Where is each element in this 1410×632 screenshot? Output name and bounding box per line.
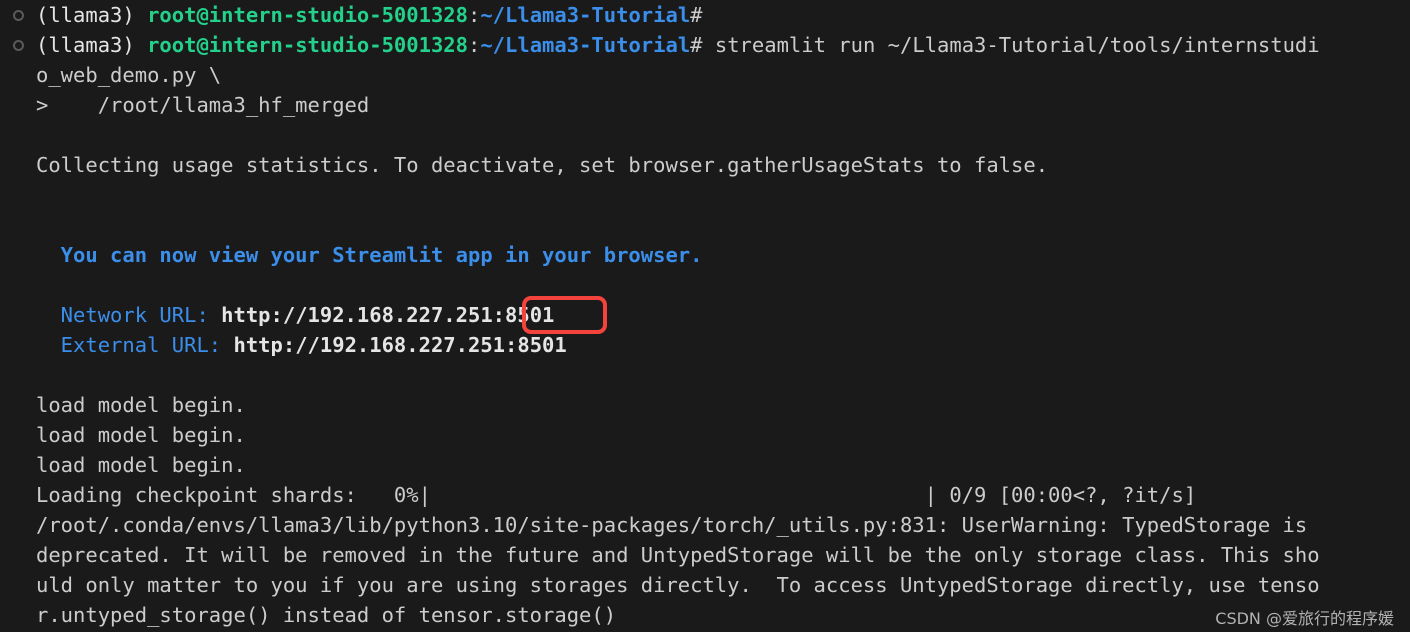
terminal-text-segment: Network URL: [36,303,222,327]
terminal-text-segment: root@intern-studio-5001328 [147,33,468,57]
terminal-line-blank-4 [0,270,1410,300]
terminal-line-external-url-line: External URL: http://192.168.227.251:850… [0,330,1410,360]
terminal-text-segment: r.untyped_storage() instead of tensor.st… [36,603,617,627]
terminal-text-segment: : [468,33,481,57]
terminal-text-segment: # [690,3,703,27]
terminal-line-load-model-line-2: load model begin. [0,420,1410,450]
terminal-text-segment: > /root/llama3_hf_merged [36,93,370,117]
terminal-line-continuation-line: > /root/llama3_hf_merged [0,90,1410,120]
terminal-line-warning-line-3: uld only matter to you if you are using … [0,570,1410,600]
terminal-line-blank-5 [0,360,1410,390]
terminal-output[interactable]: (llama3) root@intern-studio-5001328:~/Ll… [0,0,1410,630]
terminal-text-segment: o_web_demo.py \ [36,63,222,87]
terminal-line-usage-stats-line: Collecting usage statistics. To deactiva… [0,150,1410,180]
csdn-watermark: CSDN @爱旅行的程序媛 [1215,609,1394,628]
terminal-line-prompt-line-1: (llama3) root@intern-studio-5001328:~/Ll… [0,0,1410,30]
terminal-text-segment: (llama3) [36,33,148,57]
terminal-window[interactable]: (llama3) root@intern-studio-5001328:~/Ll… [0,0,1410,632]
terminal-line-warning-line-4: r.untyped_storage() instead of tensor.st… [0,600,1410,630]
terminal-line-blank-2 [0,180,1410,210]
terminal-line-load-model-line-1: load model begin. [0,390,1410,420]
terminal-text-segment: http://192.168.227.251:8501 [221,303,555,327]
terminal-line-load-model-line-3: load model begin. [0,450,1410,480]
terminal-text-segment: load model begin. [36,423,246,447]
terminal-text-segment: uld only matter to you if you are using … [36,573,1320,597]
terminal-text-segment: (llama3) [36,3,148,27]
terminal-line-blank-3 [0,210,1410,240]
terminal-line-warning-line-1: /root/.conda/envs/llama3/lib/python3.10/… [0,510,1410,540]
terminal-line-blank-1 [0,120,1410,150]
terminal-text-segment: root@intern-studio-5001328 [147,3,468,27]
terminal-text-segment: Loading checkpoint shards: 0%| [36,483,431,507]
terminal-text-segment: ~/Llama3-Tutorial [480,3,691,27]
terminal-text-segment: External URL: [36,333,234,357]
terminal-text-segment: # streamlit run ~/Llama3-Tutorial/tools/… [690,33,1320,57]
terminal-text-segment: | 0/9 [00:00<?, ?it/s] [924,483,1197,507]
terminal-line-network-url-line: Network URL: http://192.168.227.251:8501 [0,300,1410,330]
terminal-text-segment: deprecated. It will be removed in the fu… [36,543,1320,567]
terminal-text-segment: Collecting usage statistics. To deactiva… [36,153,1049,177]
terminal-line-streamlit-ready-line: You can now view your Streamlit app in y… [0,240,1410,270]
terminal-text-segment: /root/.conda/envs/llama3/lib/python3.10/… [36,513,1308,537]
terminal-text-segment: http://192.168.227.251:8501 [233,333,567,357]
terminal-line-prompt-line-2: (llama3) root@intern-studio-5001328:~/Ll… [0,30,1410,60]
terminal-text-segment: load model begin. [36,393,246,417]
terminal-line-progress-line: Loading checkpoint shards: 0%| | 0/9 [00… [0,480,1410,510]
terminal-text-segment: ~/Llama3-Tutorial [480,33,691,57]
terminal-text-segment: You can now view your Streamlit app in y… [36,243,703,267]
terminal-text-segment: : [468,3,481,27]
terminal-line-warning-line-2: deprecated. It will be removed in the fu… [0,540,1410,570]
terminal-text-segment: load model begin. [36,453,246,477]
terminal-line-command-wrap-line: o_web_demo.py \ [0,60,1410,90]
